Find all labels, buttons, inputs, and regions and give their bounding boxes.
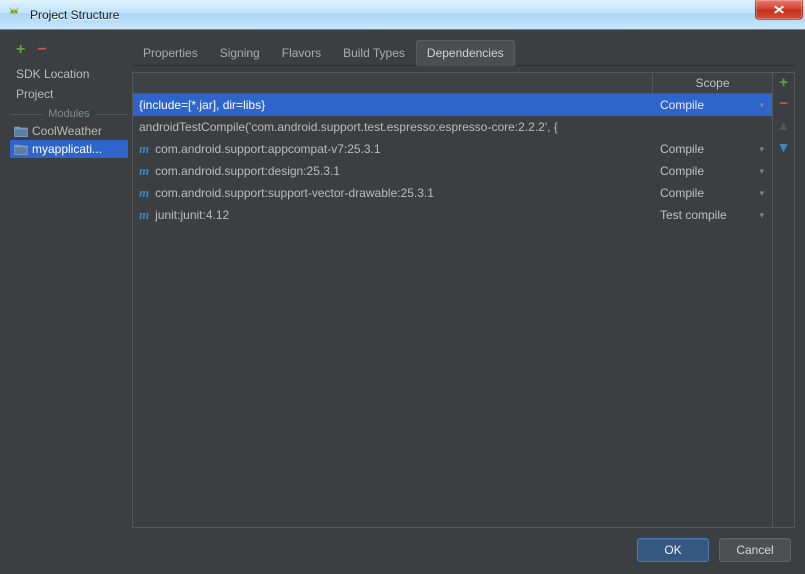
maven-icon: m	[139, 163, 149, 179]
scope-value: Compile	[660, 142, 704, 156]
chevron-down-icon: ▾	[759, 188, 764, 199]
dependency-text: junit:junit:4.12	[155, 208, 229, 222]
dependencies-rows: {include=[*.jar], dir=libs} Compile ▾ andro…	[133, 94, 772, 527]
dependency-text: com.android.support:support-vector-drawa…	[155, 186, 434, 200]
scope-value: Compile	[660, 164, 704, 178]
tab-build-types[interactable]: Build Types	[332, 40, 416, 65]
dependencies-panel: Scope {include=[*.jar], dir=libs} Compile…	[132, 72, 795, 528]
tab-properties[interactable]: Properties	[132, 40, 209, 65]
sidebar-modules-separator: Modules	[10, 104, 128, 122]
dialog-footer: OK Cancel	[10, 528, 795, 564]
dependencies-header: Scope	[133, 73, 772, 94]
dependency-scope[interactable]: Compile ▾	[652, 98, 772, 112]
main-panel: PropertiesSigningFlavorsBuild TypesDepen…	[132, 40, 795, 528]
dependency-remove-button[interactable]: −	[779, 96, 788, 111]
sidebar-modules-label: Modules	[46, 108, 92, 120]
chevron-down-icon: ▾	[759, 210, 764, 221]
module-icon	[14, 125, 28, 137]
module-icon	[14, 143, 28, 155]
dependency-scope[interactable]: Compile ▾	[652, 186, 772, 200]
dependency-move-up-button[interactable]: ▲	[777, 117, 791, 133]
module-label: CoolWeather	[32, 124, 102, 138]
scope-value: Compile	[660, 98, 704, 112]
chevron-down-icon: ▾	[759, 144, 764, 155]
ok-button[interactable]: OK	[637, 538, 709, 562]
titlebar: Project Structure ✕	[0, 0, 805, 30]
dependency-text: androidTestCompile('com.android.support.…	[139, 120, 558, 134]
maven-icon: m	[139, 207, 149, 223]
dependency-scope[interactable]: Test compile ▾	[652, 208, 772, 222]
window-close-button[interactable]: ✕	[755, 0, 803, 20]
scope-column-header[interactable]: Scope	[652, 73, 772, 93]
sidebar: + − SDK Location Project Modules CoolWea…	[10, 40, 128, 528]
dependency-text: com.android.support:appcompat-v7:25.3.1	[155, 142, 380, 156]
dependency-row-2[interactable]: m com.android.support:appcompat-v7:25.3.1…	[133, 138, 772, 160]
dependency-scope[interactable]: Compile ▾	[652, 142, 772, 156]
sidebar-item-sdk-location[interactable]: SDK Location	[10, 64, 128, 84]
dependency-text: com.android.support:design:25.3.1	[155, 164, 340, 178]
dependency-add-button[interactable]: +	[779, 75, 788, 90]
module-label: myapplicati...	[32, 142, 102, 156]
android-studio-icon	[6, 7, 22, 23]
dependency-move-down-button[interactable]: ▼	[777, 139, 791, 155]
maven-icon: m	[139, 141, 149, 157]
dependency-row-4[interactable]: m com.android.support:support-vector-draw…	[133, 182, 772, 204]
tab-flavors[interactable]: Flavors	[271, 40, 332, 65]
dependency-row-5[interactable]: m junit:junit:4.12 Test compile ▾	[133, 204, 772, 226]
close-icon: ✕	[772, 4, 785, 16]
dependency-row-1[interactable]: androidTestCompile('com.android.support.…	[133, 116, 772, 138]
sidebar-module-0[interactable]: CoolWeather	[10, 122, 128, 140]
window-title: Project Structure	[30, 8, 119, 22]
tab-bar: PropertiesSigningFlavorsBuild TypesDepen…	[132, 40, 795, 66]
tab-signing[interactable]: Signing	[209, 40, 271, 65]
cancel-button[interactable]: Cancel	[719, 538, 791, 562]
scope-value: Test compile	[660, 208, 727, 222]
dependency-scope[interactable]: Compile ▾	[652, 164, 772, 178]
sidebar-add-button[interactable]: +	[16, 42, 25, 58]
dependency-row-0[interactable]: {include=[*.jar], dir=libs} Compile ▾	[133, 94, 772, 116]
chevron-down-icon: ▾	[759, 100, 764, 111]
sidebar-module-1[interactable]: myapplicati...	[10, 140, 128, 158]
dependency-text: {include=[*.jar], dir=libs}	[139, 98, 265, 112]
tab-dependencies[interactable]: Dependencies	[416, 40, 515, 66]
dependency-row-3[interactable]: m com.android.support:design:25.3.1 Compil…	[133, 160, 772, 182]
scope-value: Compile	[660, 186, 704, 200]
maven-icon: m	[139, 185, 149, 201]
sidebar-remove-button[interactable]: −	[37, 42, 46, 58]
dependencies-actions: + − ▲ ▼	[772, 73, 794, 527]
chevron-down-icon: ▾	[759, 166, 764, 177]
sidebar-item-project[interactable]: Project	[10, 84, 128, 104]
